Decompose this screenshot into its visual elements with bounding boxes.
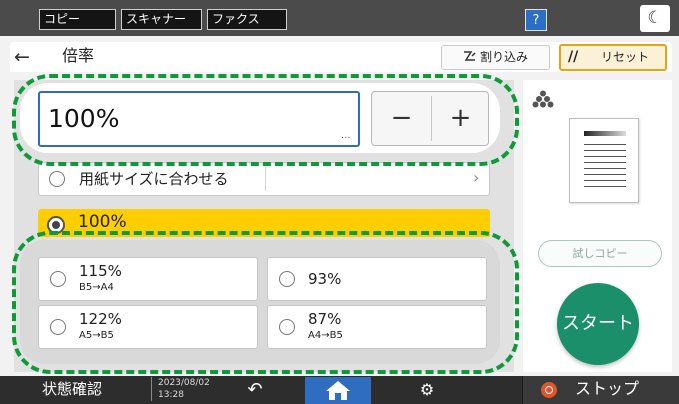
undo-button[interactable]: ↶ — [240, 378, 270, 402]
back-arrow-icon: ← — [14, 46, 30, 68]
settings-button[interactable]: ⚙ — [412, 378, 442, 402]
fit-to-paper-radio[interactable] — [49, 171, 65, 187]
reset-icon: // — [568, 49, 579, 65]
reset-button[interactable]: // リセット — [559, 44, 667, 71]
highlight-ratio-entry — [12, 74, 519, 166]
reset-label: リセット — [601, 50, 650, 64]
home-icon — [326, 381, 350, 400]
fit-to-paper-label: 用紙サイズに合わせる — [79, 170, 229, 188]
gear-icon: ⚙ — [419, 380, 435, 399]
page-title: 倍率 — [62, 46, 95, 65]
stop-icon — [541, 382, 557, 398]
highlight-preset-ratios — [12, 231, 519, 374]
trial-copy-button[interactable]: 試しコピー — [538, 240, 662, 267]
option-100-label: 100% — [78, 212, 127, 232]
moon-icon: ☾ — [647, 8, 663, 28]
chevron-right-icon: › — [473, 168, 480, 187]
home-button[interactable] — [305, 377, 371, 404]
date-text: 2023/08/02 — [158, 378, 210, 388]
start-button[interactable]: スタート — [557, 283, 639, 365]
energy-saver-button[interactable]: ☾ — [640, 5, 670, 32]
color-mode-icon — [532, 90, 554, 108]
tab-scanner[interactable]: スキャナー — [121, 9, 202, 30]
fit-to-paper-option[interactable]: 用紙サイズに合わせる › — [38, 162, 490, 196]
document-lines-icon — [584, 131, 626, 187]
help-button[interactable]: ? — [525, 9, 547, 31]
stop-button[interactable]: ストップ — [522, 376, 679, 404]
stop-label: ストップ — [575, 379, 640, 398]
interrupt-icon — [463, 51, 476, 61]
time-text: 13:28 — [158, 390, 184, 400]
interrupt-label: 割り込み — [479, 50, 528, 64]
tab-copy[interactable]: コピー — [39, 9, 116, 30]
fit-row-divider — [265, 167, 266, 191]
date-time: 2023/08/02 13:28 — [151, 377, 210, 401]
back-button[interactable]: ← — [14, 46, 44, 68]
tab-fax[interactable]: ファクス — [207, 9, 287, 30]
undo-icon: ↶ — [247, 379, 263, 400]
interrupt-button[interactable]: 割り込み — [441, 45, 550, 70]
status-check-button[interactable]: 状態確認 — [42, 379, 102, 399]
document-preview — [569, 118, 639, 203]
